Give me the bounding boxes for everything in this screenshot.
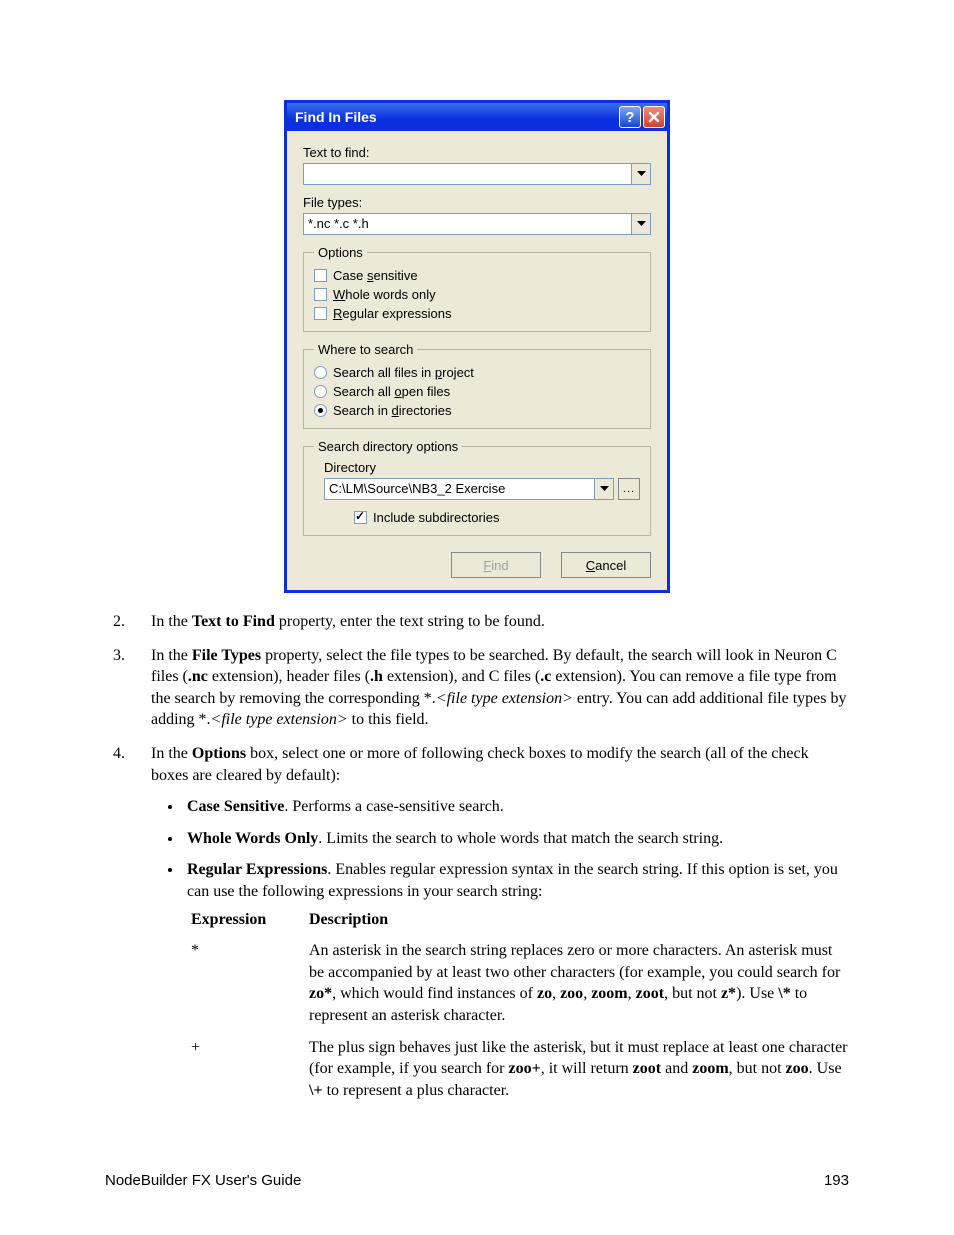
- help-icon[interactable]: ?: [619, 106, 641, 128]
- expr-asterisk: *: [191, 940, 301, 1026]
- browse-button[interactable]: ...: [618, 478, 640, 500]
- bullet-whole-words: Whole Words Only. Limits the search to w…: [183, 828, 849, 850]
- search-project-radio[interactable]: [314, 366, 327, 379]
- chevron-down-icon[interactable]: [595, 478, 614, 500]
- bullet-case-sensitive: Case Sensitive. Performs a case-sensitiv…: [183, 796, 849, 818]
- step-3: In the File Types property, select the f…: [151, 645, 849, 731]
- text-to-find-label: Text to find:: [303, 145, 651, 160]
- bullet-regex: Regular Expressions. Enables regular exp…: [183, 859, 849, 1101]
- chevron-down-icon[interactable]: [632, 213, 651, 235]
- file-types-label: File types:: [303, 195, 651, 210]
- where-group: Where to search Search all files in proj…: [303, 342, 651, 429]
- directory-label: Directory: [324, 460, 640, 475]
- expr-asterisk-desc: An asterisk in the search string replace…: [309, 940, 849, 1026]
- regex-checkbox[interactable]: [314, 307, 327, 320]
- expr-plus-desc: The plus sign behaves just like the aste…: [309, 1037, 849, 1102]
- close-icon[interactable]: [643, 106, 665, 128]
- directory-input[interactable]: C:\LM\Source\NB3_2 Exercise: [324, 478, 614, 500]
- chevron-down-icon[interactable]: [632, 163, 651, 185]
- options-bullets: Case Sensitive. Performs a case-sensitiv…: [151, 796, 849, 1101]
- steps-list: 2. In the Text to Find property, enter t…: [105, 611, 849, 1111]
- step-4: In the Options box, select one or more o…: [151, 743, 849, 1111]
- titlebar: Find In Files ?: [287, 103, 667, 131]
- page-footer: NodeBuilder FX User's Guide 193: [105, 1172, 849, 1189]
- case-sensitive-checkbox[interactable]: [314, 269, 327, 282]
- dialog-title: Find In Files: [295, 109, 617, 125]
- col-description: Description: [309, 909, 849, 931]
- expr-plus: +: [191, 1037, 301, 1102]
- where-legend: Where to search: [314, 342, 417, 357]
- footer-page-number: 193: [824, 1172, 849, 1189]
- step-2: In the Text to Find property, enter the …: [151, 611, 849, 633]
- footer-left: NodeBuilder FX User's Guide: [105, 1172, 301, 1189]
- expression-table: Expression Description * An asterisk in …: [191, 909, 849, 1102]
- text-to-find-input[interactable]: [303, 163, 651, 185]
- options-group: Options Case sensitive Whole words only …: [303, 245, 651, 332]
- search-open-radio[interactable]: [314, 385, 327, 398]
- find-in-files-dialog: Find In Files ? Text to find: File types…: [284, 100, 670, 593]
- cancel-button[interactable]: Cancel: [561, 552, 651, 578]
- find-button[interactable]: Find: [451, 552, 541, 578]
- include-subdirs-checkbox[interactable]: [354, 511, 367, 524]
- options-legend: Options: [314, 245, 367, 260]
- whole-words-checkbox[interactable]: [314, 288, 327, 301]
- search-dirs-radio[interactable]: [314, 404, 327, 417]
- directory-group: Search directory options Directory C:\LM…: [303, 439, 651, 536]
- col-expression: Expression: [191, 909, 301, 931]
- directory-legend: Search directory options: [314, 439, 462, 454]
- file-types-input[interactable]: *.nc *.c *.h: [303, 213, 651, 235]
